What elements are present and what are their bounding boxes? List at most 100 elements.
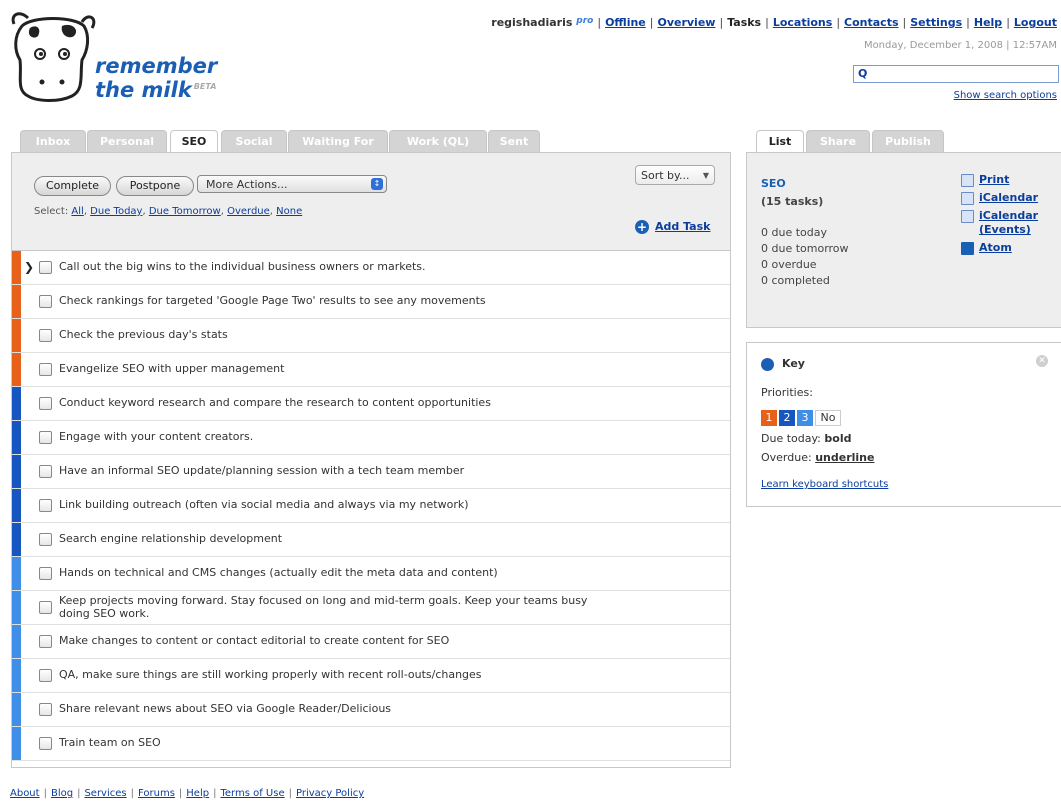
select-due-tomorrow-link[interactable]: Due Tomorrow bbox=[149, 206, 221, 217]
footer-blog[interactable]: Blog bbox=[51, 788, 73, 799]
priority-3-swatch: 3 bbox=[797, 410, 813, 426]
logo-text-remember: remember bbox=[95, 54, 218, 78]
task-row[interactable]: Search engine relationship development bbox=[12, 523, 730, 557]
select-overdue-link[interactable]: Overdue bbox=[227, 206, 270, 217]
nav-locations[interactable]: Locations bbox=[773, 16, 832, 29]
more-actions-select[interactable]: More Actions... ↕ bbox=[197, 175, 387, 193]
task-row[interactable]: Engage with your content creators. bbox=[12, 421, 730, 455]
task-row[interactable]: QA, make sure things are still working p… bbox=[12, 659, 730, 693]
select-all-link[interactable]: All bbox=[71, 206, 83, 217]
task-text[interactable]: Check the previous day's stats bbox=[59, 328, 659, 341]
task-checkbox[interactable] bbox=[39, 363, 52, 376]
task-checkbox[interactable] bbox=[39, 261, 52, 274]
task-checkbox[interactable] bbox=[39, 737, 52, 750]
task-checkbox[interactable] bbox=[39, 295, 52, 308]
task-checkbox[interactable] bbox=[39, 431, 52, 444]
task-row[interactable]: Make changes to content or contact edito… bbox=[12, 625, 730, 659]
task-row[interactable]: Evangelize SEO with upper management bbox=[12, 353, 730, 387]
task-text[interactable]: Search engine relationship development bbox=[59, 532, 659, 545]
task-row[interactable]: ❯ Call out the big wins to the individual… bbox=[12, 251, 730, 285]
task-checkbox[interactable] bbox=[39, 635, 52, 648]
chevron-down-icon: ▼ bbox=[702, 171, 709, 180]
task-checkbox[interactable] bbox=[39, 533, 52, 546]
footer-services[interactable]: Services bbox=[84, 788, 126, 799]
priority-bar bbox=[12, 251, 21, 284]
priority-bar bbox=[12, 557, 21, 590]
task-text[interactable]: Keep projects moving forward. Stay focus… bbox=[59, 594, 619, 620]
task-text[interactable]: Engage with your content creators. bbox=[59, 430, 659, 443]
task-text[interactable]: Call out the big wins to the individual … bbox=[59, 260, 659, 273]
tab-waiting-for[interactable]: Waiting For bbox=[288, 130, 388, 153]
nav-help[interactable]: Help bbox=[974, 16, 1002, 29]
nav-overview[interactable]: Overview bbox=[657, 16, 715, 29]
tab-inbox[interactable]: Inbox bbox=[20, 130, 86, 153]
task-row[interactable]: Share relevant news about SEO via Google… bbox=[12, 693, 730, 727]
tab-work-ql[interactable]: Work (QL) bbox=[389, 130, 487, 153]
task-row[interactable]: Check rankings for targeted 'Google Page… bbox=[12, 285, 730, 319]
task-checkbox[interactable] bbox=[39, 499, 52, 512]
task-row[interactable]: Have an informal SEO update/planning ses… bbox=[12, 455, 730, 489]
select-none-link[interactable]: None bbox=[276, 206, 302, 217]
tab-list[interactable]: List bbox=[756, 130, 804, 154]
postpone-button[interactable]: Postpone bbox=[116, 176, 194, 196]
select-due-today-link[interactable]: Due Today bbox=[90, 206, 142, 217]
add-task-button[interactable]: + Add Task bbox=[635, 220, 710, 234]
task-row[interactable]: Link building outreach (often via social… bbox=[12, 489, 730, 523]
rtm-logo[interactable]: remember the milk BETA bbox=[8, 6, 228, 116]
footer-help[interactable]: Help bbox=[186, 788, 209, 799]
task-text[interactable]: Have an informal SEO update/planning ses… bbox=[59, 464, 659, 477]
task-text[interactable]: Check rankings for targeted 'Google Page… bbox=[59, 294, 659, 307]
tab-social[interactable]: Social bbox=[221, 130, 287, 153]
task-checkbox[interactable] bbox=[39, 465, 52, 478]
task-row[interactable]: Train team on SEO bbox=[12, 727, 730, 761]
task-checkbox[interactable] bbox=[39, 329, 52, 342]
add-task-link[interactable]: Add Task bbox=[655, 220, 710, 233]
task-text[interactable]: Conduct keyword research and compare the… bbox=[59, 396, 659, 409]
task-text[interactable]: Evangelize SEO with upper management bbox=[59, 362, 659, 375]
select-arrows-icon: ↕ bbox=[371, 178, 383, 190]
close-icon[interactable]: ✕ bbox=[1036, 355, 1048, 367]
sort-by-dropdown[interactable]: Sort by... ▼ bbox=[635, 165, 715, 185]
footer-privacy[interactable]: Privacy Policy bbox=[296, 788, 364, 799]
task-row[interactable]: Conduct keyword research and compare the… bbox=[12, 387, 730, 421]
search-input[interactable]: Q bbox=[853, 65, 1059, 83]
list-stats: 0 due today 0 due tomorrow 0 overdue 0 c… bbox=[761, 225, 849, 289]
task-checkbox[interactable] bbox=[39, 703, 52, 716]
task-text[interactable]: Link building outreach (often via social… bbox=[59, 498, 659, 511]
keyboard-shortcuts-link[interactable]: Learn keyboard shortcuts bbox=[761, 479, 888, 490]
username[interactable]: regishadiaris bbox=[491, 16, 572, 29]
task-checkbox[interactable] bbox=[39, 567, 52, 580]
tab-publish[interactable]: Publish bbox=[872, 130, 944, 153]
task-text[interactable]: Hands on technical and CMS changes (actu… bbox=[59, 566, 659, 579]
nav-settings[interactable]: Settings bbox=[910, 16, 962, 29]
tab-personal[interactable]: Personal bbox=[87, 130, 167, 153]
footer-terms[interactable]: Terms of Use bbox=[220, 788, 284, 799]
nav-offline[interactable]: Offline bbox=[605, 16, 646, 29]
task-row[interactable]: Check the previous day's stats bbox=[12, 319, 730, 353]
complete-button[interactable]: Complete bbox=[34, 176, 111, 196]
tab-seo[interactable]: SEO bbox=[170, 130, 218, 154]
task-row[interactable]: Keep projects moving forward. Stay focus… bbox=[12, 591, 730, 625]
task-checkbox[interactable] bbox=[39, 601, 52, 614]
tab-sent[interactable]: Sent bbox=[488, 130, 540, 153]
sort-by-label: Sort by... bbox=[641, 169, 690, 182]
footer-about[interactable]: About bbox=[10, 788, 40, 799]
task-checkbox[interactable] bbox=[39, 397, 52, 410]
show-search-options-link[interactable]: Show search options bbox=[954, 90, 1057, 101]
task-row[interactable]: Hands on technical and CMS changes (actu… bbox=[12, 557, 730, 591]
print-link[interactable]: Print bbox=[979, 173, 1009, 186]
task-checkbox[interactable] bbox=[39, 669, 52, 682]
task-text[interactable]: Make changes to content or contact edito… bbox=[59, 634, 659, 647]
tab-share[interactable]: Share bbox=[806, 130, 870, 153]
nav-logout[interactable]: Logout bbox=[1014, 16, 1057, 29]
footer-forums[interactable]: Forums bbox=[138, 788, 175, 799]
task-text[interactable]: QA, make sure things are still working p… bbox=[59, 668, 659, 681]
icalendar-events-link[interactable]: iCalendar (Events) bbox=[979, 209, 1038, 236]
beta-badge: BETA bbox=[193, 82, 217, 91]
task-text[interactable]: Share relevant news about SEO via Google… bbox=[59, 702, 659, 715]
atom-link[interactable]: Atom bbox=[979, 241, 1012, 254]
due-today-legend: Due today: bold bbox=[761, 432, 852, 445]
task-text[interactable]: Train team on SEO bbox=[59, 736, 659, 749]
icalendar-link[interactable]: iCalendar bbox=[979, 191, 1038, 204]
nav-contacts[interactable]: Contacts bbox=[844, 16, 898, 29]
